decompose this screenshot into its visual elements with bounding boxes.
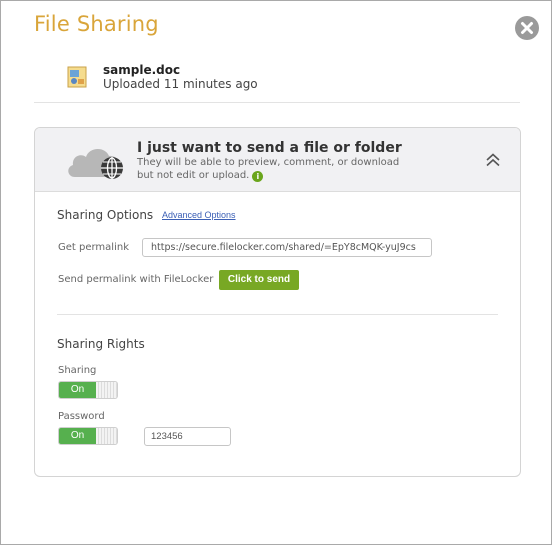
close-icon: [521, 22, 533, 34]
cloud-globe-icon: [68, 148, 123, 179]
toggle-knob: [96, 428, 117, 444]
chevron-up-icon[interactable]: [485, 152, 501, 168]
click-to-send-button[interactable]: Click to send: [219, 270, 299, 290]
file-name: sample.doc: [103, 63, 181, 77]
sharing-rights-title: Sharing Rights: [57, 337, 145, 351]
password-toggle-label: Password: [58, 411, 105, 422]
sharing-options-title: Sharing Options: [57, 208, 154, 222]
info-icon[interactable]: i: [252, 171, 264, 182]
toggle-knob: [96, 382, 117, 398]
document-icon: [67, 66, 87, 88]
password-toggle[interactable]: On: [58, 427, 118, 445]
divider: [34, 102, 520, 103]
divider: [57, 314, 498, 315]
sharing-toggle[interactable]: On: [58, 381, 118, 399]
password-field[interactable]: 123456: [144, 427, 231, 446]
sharing-toggle-label: Sharing: [58, 365, 97, 376]
share-panel-description-text: They will be able to preview, comment, o…: [137, 157, 400, 181]
send-permalink-label: Send permalink with FileLocker: [58, 274, 214, 285]
file-sharing-dialog: File Sharing sample.doc Uploaded 11 minu…: [0, 0, 552, 545]
sharing-toggle-state: On: [59, 382, 96, 398]
permalink-label: Get permalink: [58, 242, 129, 253]
share-panel-header[interactable]: I just want to send a file or folder The…: [35, 128, 520, 192]
advanced-options-link[interactable]: Advanced Options: [162, 210, 236, 220]
share-panel-description: They will be able to preview, comment, o…: [137, 156, 407, 182]
password-toggle-state: On: [59, 428, 96, 444]
share-panel-title: I just want to send a file or folder: [137, 140, 402, 156]
permalink-field[interactable]: https://secure.filelocker.com/shared/=Ep…: [142, 238, 432, 257]
close-button[interactable]: [515, 16, 539, 40]
dialog-title: File Sharing: [34, 12, 159, 36]
share-panel: I just want to send a file or folder The…: [34, 127, 521, 477]
file-upload-time: Uploaded 11 minutes ago: [103, 77, 258, 91]
